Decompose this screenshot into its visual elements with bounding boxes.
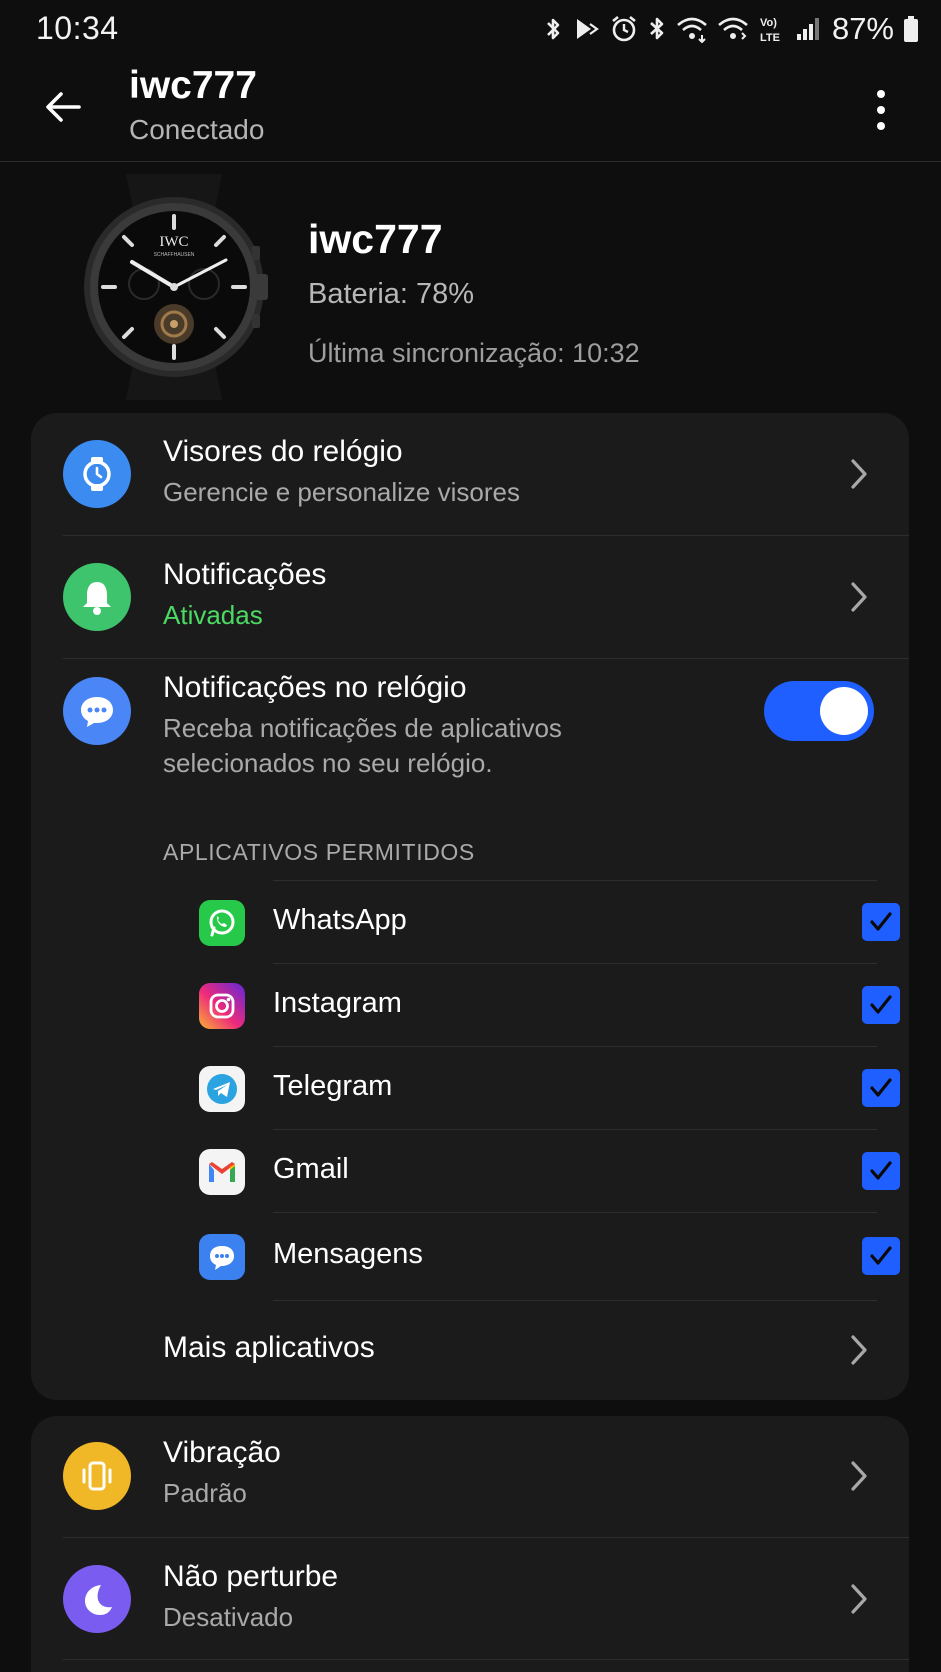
row-divider	[63, 1659, 909, 1660]
vibration-icon	[63, 1442, 131, 1510]
check-icon	[870, 1246, 892, 1265]
chevron-right-icon	[851, 459, 867, 489]
settings-card-secondary: Vibração Padrão Não perturbe Desativado	[31, 1416, 909, 1672]
app-row-telegram[interactable]: Telegram	[163, 1047, 909, 1129]
more-options-button[interactable]	[861, 82, 901, 138]
vibration-subtitle: Padrão	[163, 1478, 247, 1508]
chevron-right-icon	[851, 582, 867, 612]
row-divider	[273, 1212, 877, 1213]
signal-icon	[796, 18, 819, 40]
settings-card-main: Visores do relógio Gerencie e personaliz…	[31, 413, 909, 1400]
svg-text:LTE: LTE	[760, 32, 780, 44]
app-name: WhatsApp	[273, 904, 407, 936]
chat-bubble-icon	[63, 677, 131, 745]
play-shield-icon	[576, 19, 599, 39]
dnd-title: Não perturbe	[163, 1560, 339, 1593]
chevron-right-icon	[851, 1461, 867, 1491]
wifi-call-icon	[677, 17, 707, 43]
app-checkbox[interactable]	[862, 1069, 900, 1107]
vibration-title: Vibração	[163, 1436, 281, 1469]
svg-text:Vo): Vo)	[760, 17, 777, 29]
check-icon	[870, 1078, 892, 1097]
check-icon	[870, 995, 892, 1014]
battery-icon	[904, 16, 918, 42]
device-info: IWC SCHAFFHAUSEN iwc777 Bateria: 78% Últ…	[0, 170, 941, 400]
device-battery: Bateria: 78%	[308, 278, 475, 310]
app-name: Gmail	[273, 1153, 349, 1185]
app-row-messages[interactable]: Mensagens	[163, 1215, 909, 1297]
status-time: 10:34	[36, 10, 119, 46]
moon-icon	[63, 1565, 131, 1633]
check-icon	[870, 912, 892, 931]
messages-icon	[199, 1234, 245, 1280]
battery-percent: 87%	[831, 11, 894, 46]
watch-notifications-row: Notificações no relógio Receba notificaç…	[31, 659, 909, 819]
chevron-right-icon	[851, 1584, 867, 1614]
app-row-whatsapp[interactable]: WhatsApp	[163, 881, 909, 963]
arrow-back-icon	[46, 92, 81, 122]
watch-notifications-title: Notificações no relógio	[163, 671, 467, 704]
app-checkbox[interactable]	[862, 903, 900, 941]
bluetooth-tool-icon	[547, 18, 560, 40]
whatsapp-icon	[199, 900, 245, 946]
watch-faces-subtitle: Gerencie e personalize visores	[163, 477, 520, 507]
app-row-instagram[interactable]: Instagram	[163, 964, 909, 1046]
bluetooth-icon	[650, 17, 664, 40]
more-dot-icon	[877, 90, 885, 98]
status-icons: Vo) LTE 87%	[544, 11, 919, 46]
chevron-right-icon	[851, 1335, 867, 1365]
app-row-gmail[interactable]: Gmail	[163, 1130, 909, 1212]
page-title: iwc777	[129, 64, 257, 107]
more-dot-icon	[877, 122, 885, 130]
toggle-knob	[820, 687, 868, 735]
watch-face-icon	[63, 440, 131, 508]
device-name: iwc777	[308, 216, 443, 262]
watch-faces-row[interactable]: Visores do relógio Gerencie e personaliz…	[31, 413, 909, 535]
notifications-status: Ativadas	[163, 600, 263, 630]
header-divider	[0, 161, 941, 162]
app-name: Telegram	[273, 1070, 393, 1102]
volte-icon: Vo) LTE	[760, 17, 780, 44]
app-bar: iwc777 Conectado	[0, 58, 941, 162]
watch-brand-sub: SCHAFFHAUSEN	[154, 252, 195, 258]
notifications-title: Notificações	[163, 558, 327, 591]
app-checkbox[interactable]	[862, 986, 900, 1024]
gmail-icon	[199, 1149, 245, 1195]
dnd-subtitle: Desativado	[163, 1602, 294, 1632]
allowed-apps-header: APLICATIVOS PERMITIDOS	[163, 839, 475, 865]
instagram-icon	[199, 983, 245, 1029]
more-dot-icon	[877, 106, 885, 114]
vibration-row[interactable]: Vibração Padrão	[31, 1416, 909, 1538]
watch-image: IWC SCHAFFHAUSEN	[84, 174, 268, 400]
telegram-icon	[199, 1066, 245, 1112]
watch-faces-title: Visores do relógio	[163, 435, 403, 468]
watch-brand-logo: IWC	[159, 234, 188, 250]
notifications-row[interactable]: Notificações Ativadas	[31, 536, 909, 658]
app-checkbox[interactable]	[862, 1152, 900, 1190]
watch-notifications-toggle[interactable]	[764, 681, 874, 741]
device-last-sync: Última sincronização: 10:32	[308, 338, 640, 368]
more-apps-row[interactable]: Mais aplicativos	[31, 1301, 909, 1400]
app-name: Mensagens	[273, 1238, 423, 1270]
more-apps-label: Mais aplicativos	[163, 1331, 375, 1364]
bell-icon	[63, 563, 131, 631]
alarm-icon	[612, 15, 636, 42]
app-checkbox[interactable]	[862, 1237, 900, 1275]
check-icon	[870, 1161, 892, 1180]
back-button[interactable]	[38, 82, 88, 132]
app-name: Instagram	[273, 987, 402, 1019]
connection-status: Conectado	[129, 114, 265, 145]
do-not-disturb-row[interactable]: Não perturbe Desativado	[31, 1538, 909, 1660]
watch-notifications-description: Receba notificações de aplicativos selec…	[163, 713, 562, 778]
status-bar: 10:34 Vo) LTE 87%	[0, 0, 941, 58]
wifi-icon	[718, 17, 748, 40]
